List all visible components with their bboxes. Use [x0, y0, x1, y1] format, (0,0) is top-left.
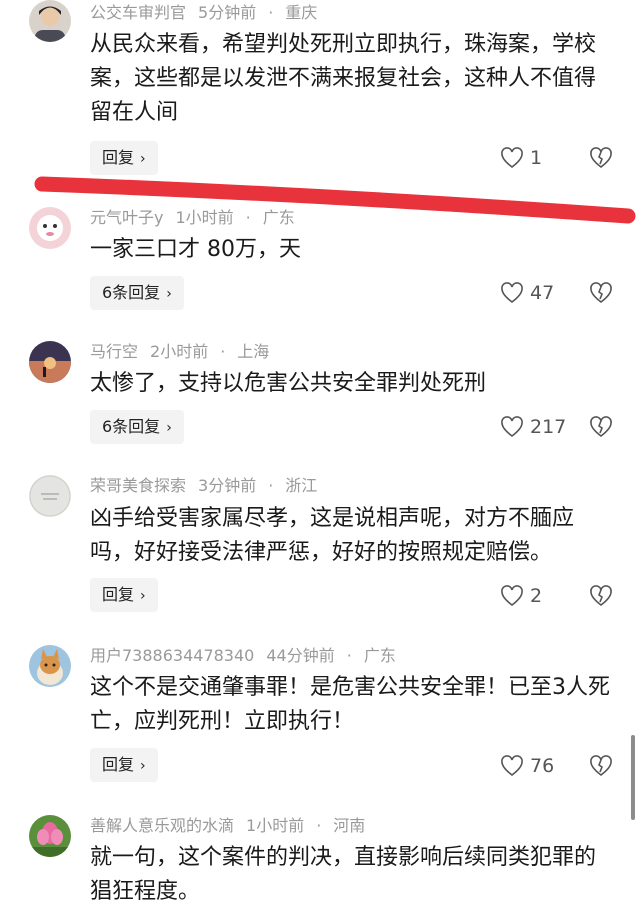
comment-meta: 马行空 2小时前 · 上海 [90, 342, 281, 362]
reply-button[interactable]: 6条回复 › [90, 276, 184, 310]
comment-meta: 元气叶子y 1小时前 · 广东 [90, 208, 307, 228]
avatar[interactable] [29, 475, 71, 517]
heart-outline-icon [501, 755, 523, 777]
location: 广东 [363, 646, 396, 665]
reply-button[interactable]: 回复 › [90, 748, 158, 782]
reply-label: 回复 [102, 585, 135, 604]
avatar[interactable] [29, 207, 71, 249]
username[interactable]: 用户7388634478340 [90, 646, 254, 665]
chevron-right-icon: › [140, 588, 146, 604]
broken-heart-icon [590, 282, 612, 304]
username[interactable]: 善解人意乐观的水滴 [90, 816, 234, 835]
broken-heart-icon [590, 755, 612, 777]
comment-text: 就一句，这个案件的判决，直接影响后续同类犯罪的猖狂程度。 [90, 845, 597, 904]
comment-text: 从民众来看，希望判处死刑立即执行，珠海案，学校案，这些都是以发泄不满来报复社会，… [90, 32, 597, 125]
avatar[interactable] [29, 645, 71, 687]
like-button[interactable]: 2 [500, 584, 542, 608]
reply-label: 6条回复 [102, 283, 161, 302]
like-count: 76 [530, 755, 555, 777]
like-count: 1 [530, 147, 543, 169]
username[interactable]: 元气叶子y [90, 208, 163, 227]
dislike-button[interactable] [589, 281, 613, 305]
like-count: 217 [530, 416, 567, 438]
heart-outline-icon [501, 416, 523, 438]
separator-dot: · [346, 646, 352, 665]
like-button[interactable]: 217 [500, 415, 566, 439]
comment-text: 太惨了，支持以危害公共安全罪判处死刑 [90, 371, 487, 396]
username[interactable]: 公交车审判官 [90, 3, 186, 22]
comment-text: 凶手给受害家属尽孝，这是说相声呢，对方不腼应吗，好好接受法律严惩，好好的按照规定… [90, 506, 575, 565]
comment-meta: 荣哥美食探索 3分钟前 · 浙江 [90, 476, 329, 496]
location: 浙江 [285, 476, 318, 495]
separator-dot: · [316, 816, 322, 835]
reply-label: 回复 [102, 755, 135, 774]
avatar[interactable] [29, 0, 71, 42]
avatar[interactable] [29, 341, 71, 383]
comment-meta: 善解人意乐观的水滴 1小时前 · 河南 [90, 816, 377, 836]
heart-outline-icon [501, 147, 523, 169]
location: 上海 [237, 342, 270, 361]
chevron-right-icon: › [140, 151, 146, 167]
timestamp: 3分钟前 [198, 476, 257, 495]
separator-dot: · [245, 208, 251, 227]
dislike-button[interactable] [589, 754, 613, 778]
avatar[interactable] [29, 815, 71, 857]
location: 重庆 [285, 3, 318, 22]
reply-button[interactable]: 回复 › [90, 578, 158, 612]
dislike-button[interactable] [589, 146, 613, 170]
timestamp: 2小时前 [150, 342, 209, 361]
like-count: 47 [530, 282, 555, 304]
heart-outline-icon [501, 585, 523, 607]
separator-dot: · [268, 3, 274, 22]
reply-label: 回复 [102, 148, 135, 167]
location: 广东 [262, 208, 295, 227]
separator-dot: · [268, 476, 274, 495]
reply-button[interactable]: 6条回复 › [90, 410, 184, 444]
username[interactable]: 马行空 [90, 342, 138, 361]
dislike-button[interactable] [589, 584, 613, 608]
username[interactable]: 荣哥美食探索 [90, 476, 186, 495]
chevron-right-icon: › [166, 420, 172, 436]
heart-outline-icon [501, 282, 523, 304]
chevron-right-icon: › [140, 758, 146, 774]
separator-dot: · [220, 342, 226, 361]
timestamp: 1小时前 [175, 208, 234, 227]
like-button[interactable]: 1 [500, 146, 542, 170]
like-button[interactable]: 47 [500, 281, 554, 305]
comment-text: 一家三口才 80万，天 [90, 237, 301, 262]
reply-label: 6条回复 [102, 417, 161, 436]
broken-heart-icon [590, 147, 612, 169]
location: 河南 [333, 816, 366, 835]
comment-text: 这个不是交通肇事罪！是危害公共安全罪！已至3人死亡，应判死刑！立即执行！ [90, 675, 610, 734]
timestamp: 5分钟前 [198, 3, 257, 22]
broken-heart-icon [590, 585, 612, 607]
dislike-button[interactable] [589, 415, 613, 439]
broken-heart-icon [590, 416, 612, 438]
timestamp: 44分钟前 [266, 646, 335, 665]
comment-meta: 用户7388634478340 44分钟前 · 广东 [90, 646, 408, 666]
scrollbar[interactable] [631, 735, 635, 820]
reply-button[interactable]: 回复 › [90, 141, 158, 175]
timestamp: 1小时前 [246, 816, 305, 835]
like-button[interactable]: 76 [500, 754, 554, 778]
comment-meta: 公交车审判官 5分钟前 · 重庆 [90, 3, 329, 23]
like-count: 2 [530, 585, 543, 607]
chevron-right-icon: › [166, 286, 172, 302]
